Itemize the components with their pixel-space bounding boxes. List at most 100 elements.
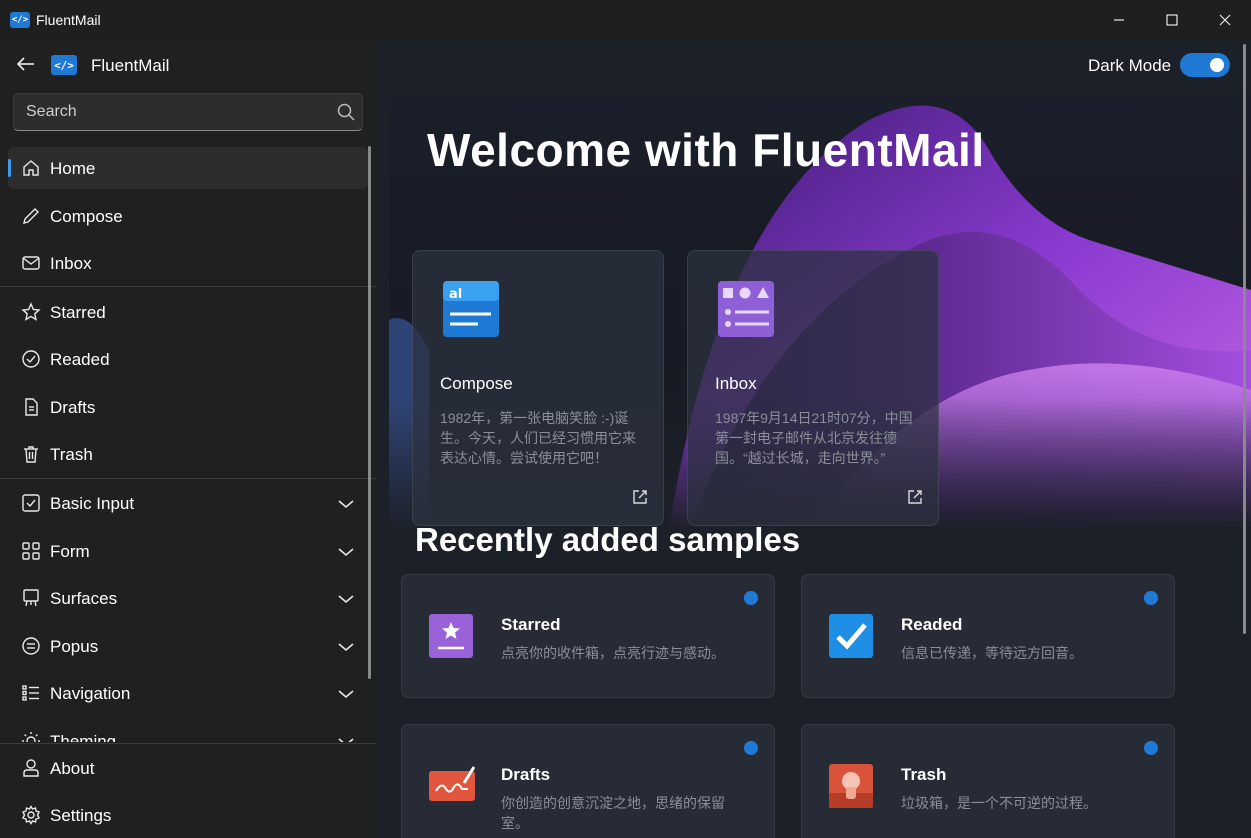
- sidebar: </> FluentMail Home Compose Inbox Starre…: [0, 40, 377, 838]
- nav-item-label: Form: [50, 542, 90, 561]
- nav-item-label: About: [50, 759, 95, 778]
- chevron-down-icon[interactable]: [338, 639, 354, 657]
- search-input[interactable]: [26, 103, 326, 121]
- open-external-icon[interactable]: [906, 488, 924, 511]
- person-icon: [21, 758, 41, 778]
- close-icon: [1219, 14, 1230, 26]
- nav-list: Home Compose Inbox Starred Readed Drafts…: [0, 144, 377, 742]
- card-title: Compose: [440, 374, 513, 393]
- nav-item-compose[interactable]: Compose: [8, 195, 368, 237]
- chevron-down-icon[interactable]: [338, 496, 354, 514]
- maximize-icon: [1165, 14, 1178, 26]
- chevron-down-icon[interactable]: [338, 686, 354, 704]
- sample-description: 你创造的创意沉淀之地，思绪的保留室。: [501, 795, 725, 831]
- window-controls: [1092, 0, 1251, 40]
- nav-item-label: Inbox: [50, 254, 92, 273]
- nav-item-home[interactable]: Home: [8, 147, 368, 189]
- checkbox-icon: [21, 493, 41, 513]
- nav-divider: [0, 478, 377, 479]
- nav-item-theming[interactable]: Theming: [8, 720, 368, 742]
- chevron-down-icon[interactable]: [338, 734, 354, 742]
- sample-description: 垃圾箱，是一个不可逆的过程。: [901, 795, 1097, 811]
- arrow-left-icon: [17, 57, 34, 71]
- check-circle-icon: [21, 349, 41, 369]
- dark-mode-toggle[interactable]: [1180, 53, 1230, 77]
- nav-item-label: Starred: [50, 303, 106, 322]
- nav-item-popus[interactable]: Popus: [8, 625, 368, 667]
- sample-card-trash[interactable]: Trash 垃圾箱，是一个不可逆的过程。: [801, 724, 1175, 838]
- nav-app-name: FluentMail: [91, 56, 170, 75]
- list-bullets-icon: [21, 683, 41, 703]
- compose-card[interactable]: al Compose 1982年，第一张电脑笑脸 :-)诞生。今天，人们已经习惯…: [412, 250, 664, 526]
- app-logo-icon: </>: [10, 12, 30, 28]
- sample-title: Starred: [501, 615, 561, 634]
- easel-icon: [21, 588, 41, 608]
- nav-scrollbar[interactable]: [368, 146, 371, 679]
- home-icon: [21, 158, 41, 178]
- window-title: FluentMail: [36, 12, 101, 28]
- grid-icon: [21, 541, 41, 561]
- app-logo-icon: </>: [51, 55, 77, 75]
- inbox-app-icon: [717, 280, 775, 343]
- readed-app-icon: [828, 613, 874, 664]
- sample-card-readed[interactable]: Readed 信息已传递，等待远方回音。: [801, 574, 1175, 698]
- nav-item-readed[interactable]: Readed: [8, 338, 368, 380]
- document-icon: [21, 397, 41, 417]
- card-description: 1982年，第一张电脑笑脸 :-)诞生。今天，人们已经习惯用它来表达心情。尝试使…: [440, 410, 636, 466]
- sample-title: Readed: [901, 615, 963, 634]
- nav-item-basic-input[interactable]: Basic Input: [8, 482, 368, 524]
- maximize-button[interactable]: [1145, 0, 1198, 40]
- nav-item-trash[interactable]: Trash: [8, 433, 368, 475]
- sample-title: Trash: [901, 765, 947, 784]
- nav-item-inbox[interactable]: Inbox: [8, 242, 368, 284]
- new-indicator-dot: [1144, 741, 1158, 755]
- sample-card-drafts[interactable]: Drafts 你创造的创意沉淀之地，思绪的保留室。: [401, 724, 775, 838]
- open-external-icon[interactable]: [631, 488, 649, 511]
- nav-item-settings[interactable]: Settings: [8, 794, 368, 836]
- dark-mode-label: Dark Mode: [1088, 56, 1172, 75]
- minimize-button[interactable]: [1092, 0, 1145, 40]
- sample-description: 信息已传递，等待远方回音。: [901, 645, 1083, 661]
- starred-app-icon: [428, 613, 474, 664]
- toggle-knob: [1210, 58, 1224, 72]
- mail-icon: [21, 253, 41, 273]
- trash-app-icon: [828, 763, 874, 814]
- search-box: [13, 93, 363, 131]
- new-indicator-dot: [744, 741, 758, 755]
- nav-item-label: Popus: [50, 637, 99, 656]
- nav-item-label: Theming: [50, 732, 117, 742]
- nav-item-form[interactable]: Form: [8, 530, 368, 572]
- nav-item-label: Surfaces: [50, 589, 118, 608]
- sample-description: 点亮你的收件箱，点亮行迹与感动。: [501, 645, 725, 661]
- card-title: Inbox: [715, 374, 757, 393]
- nav-item-label: Compose: [50, 207, 123, 226]
- new-indicator-dot: [744, 591, 758, 605]
- nav-item-navigation[interactable]: Navigation: [8, 672, 368, 714]
- inbox-card[interactable]: Inbox 1987年9月14日21时07分，中国第一封电子邮件从北京发往德国。…: [687, 250, 939, 526]
- star-icon: [21, 302, 41, 322]
- title-bar: </> FluentMail: [0, 0, 1251, 40]
- close-button[interactable]: [1198, 0, 1251, 40]
- new-indicator-dot: [1144, 591, 1158, 605]
- sample-title: Drafts: [501, 765, 551, 784]
- hero-title: Welcome with FluentMail: [427, 124, 985, 176]
- gear-icon: [21, 805, 41, 825]
- sample-card-starred[interactable]: Starred 点亮你的收件箱，点亮行迹与感动。: [401, 574, 775, 698]
- chevron-down-icon[interactable]: [338, 591, 354, 609]
- trash-icon: [21, 444, 41, 464]
- nav-item-drafts[interactable]: Drafts: [8, 386, 368, 428]
- compose-app-icon: al: [442, 280, 500, 343]
- pencil-icon: [21, 206, 41, 226]
- main-scrollbar[interactable]: [1243, 44, 1246, 634]
- nav-header: </> FluentMail: [0, 40, 377, 90]
- nav-footer-divider: [0, 743, 377, 744]
- back-button[interactable]: [13, 52, 39, 76]
- nav-item-starred[interactable]: Starred: [8, 291, 368, 333]
- search-icon[interactable]: [337, 103, 355, 126]
- nav-item-surfaces[interactable]: Surfaces: [8, 577, 368, 619]
- nav-item-label: Home: [50, 159, 96, 178]
- chevron-down-icon[interactable]: [338, 544, 354, 562]
- hero-banner: Welcome with FluentMail al Compose 1982年…: [389, 90, 1251, 530]
- nav-item-about[interactable]: About: [8, 747, 368, 789]
- sun-icon: [21, 731, 41, 742]
